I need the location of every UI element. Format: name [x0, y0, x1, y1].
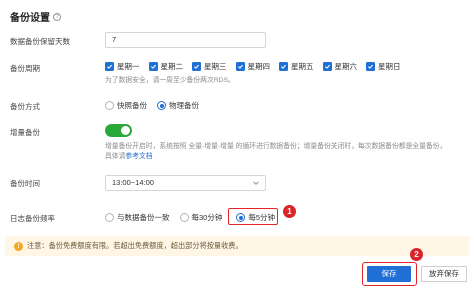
incremental-label: 增量备份 [10, 128, 40, 137]
retention-label: 数据备份保留天数 [10, 37, 70, 46]
step-badge-1: 1 [283, 205, 296, 218]
reference-doc-link[interactable]: 参考文档 [125, 153, 152, 160]
backup-time-value: 13:00~14:00 [112, 178, 154, 187]
check-icon [366, 62, 375, 71]
day-checkbox-mon[interactable]: 星期一 [105, 61, 140, 72]
log-option-30min[interactable]: 每30分钟 [179, 212, 223, 223]
method-option-snapshot[interactable]: 快照备份 [105, 100, 147, 111]
notice-banner: ! 注意：备份免费额度有限。若超出免费额度，超出部分将按量收费。 [5, 236, 469, 256]
day-label: 星期三 [204, 62, 227, 71]
cycle-label: 备份周期 [10, 64, 40, 73]
cycle-hint: 为了数据安全，请一周至少备份两次RDS。 [105, 77, 235, 84]
check-icon [105, 62, 114, 71]
day-label: 星期六 [334, 62, 358, 71]
day-checkbox-tue[interactable]: 星期二 [148, 61, 184, 72]
check-icon [279, 62, 288, 71]
radio-label: 物理备份 [169, 101, 199, 110]
page-title-text: 备份设置 [10, 13, 50, 24]
method-option-physical[interactable]: 物理备份 [157, 100, 199, 111]
check-icon [322, 62, 332, 71]
highlight-box-5min [228, 208, 278, 225]
day-checkbox-sat[interactable]: 星期六 [322, 61, 358, 72]
retention-days-input[interactable]: 7 [105, 32, 266, 48]
check-icon [148, 62, 158, 71]
backup-time-select[interactable]: 13:00~14:00 [105, 175, 266, 191]
radio-label: 与数据备份一致 [117, 213, 170, 222]
step-badge-2: 2 [410, 248, 423, 261]
method-label: 备份方式 [10, 102, 40, 111]
day-checkbox-thu[interactable]: 星期四 [235, 61, 271, 72]
day-label: 星期二 [160, 62, 184, 71]
day-checkbox-wed[interactable]: 星期三 [192, 61, 227, 72]
log-frequency-label: 日志备份频率 [10, 214, 55, 223]
incremental-toggle[interactable] [105, 124, 132, 137]
day-label: 星期四 [247, 62, 271, 71]
day-label: 星期一 [117, 62, 140, 71]
radio-selected-icon [157, 101, 166, 110]
chevron-down-icon [253, 181, 259, 185]
incremental-hint-prefix: 具体请 [105, 153, 126, 160]
check-icon [192, 62, 201, 71]
page-title: 备份设置 ? [10, 9, 61, 24]
radio-label: 快照备份 [117, 101, 147, 110]
log-option-same-as-data[interactable]: 与数据备份一致 [105, 212, 170, 223]
help-icon[interactable]: ? [53, 12, 61, 21]
incremental-hint-line1: 增量备份开启时，系统按照 全量-增量-增量 的循环进行数据备份；增量备份关闭时，… [105, 143, 447, 150]
save-button[interactable]: 保存 [367, 266, 411, 282]
time-label: 备份时间 [10, 179, 40, 188]
warning-icon: ! [14, 241, 23, 251]
incremental-hint-line2: 具体请参考文档 [105, 152, 446, 162]
day-checkbox-fri[interactable]: 星期五 [279, 61, 314, 72]
radio-icon [105, 101, 114, 110]
day-checkbox-sun[interactable]: 星期日 [366, 61, 401, 72]
incremental-hint: 增量备份开启时，系统按照 全量-增量-增量 的循环进行数据备份；增量备份关闭时，… [105, 142, 446, 162]
radio-label: 每30分钟 [191, 213, 223, 222]
radio-icon [105, 213, 114, 222]
day-label: 星期日 [378, 62, 401, 71]
day-label: 星期五 [291, 62, 314, 71]
discard-button[interactable]: 放弃保存 [421, 266, 467, 282]
check-icon [235, 62, 245, 71]
cycle-days: 星期一 星期二 星期三 星期四 星期五 星期六 星期日 [105, 61, 410, 72]
method-radio-group: 快照备份 物理备份 [105, 100, 209, 111]
notice-text: 注意：备份免费额度有限。若超出免费额度，超出部分将按量收费。 [27, 241, 243, 250]
radio-icon [179, 213, 189, 222]
